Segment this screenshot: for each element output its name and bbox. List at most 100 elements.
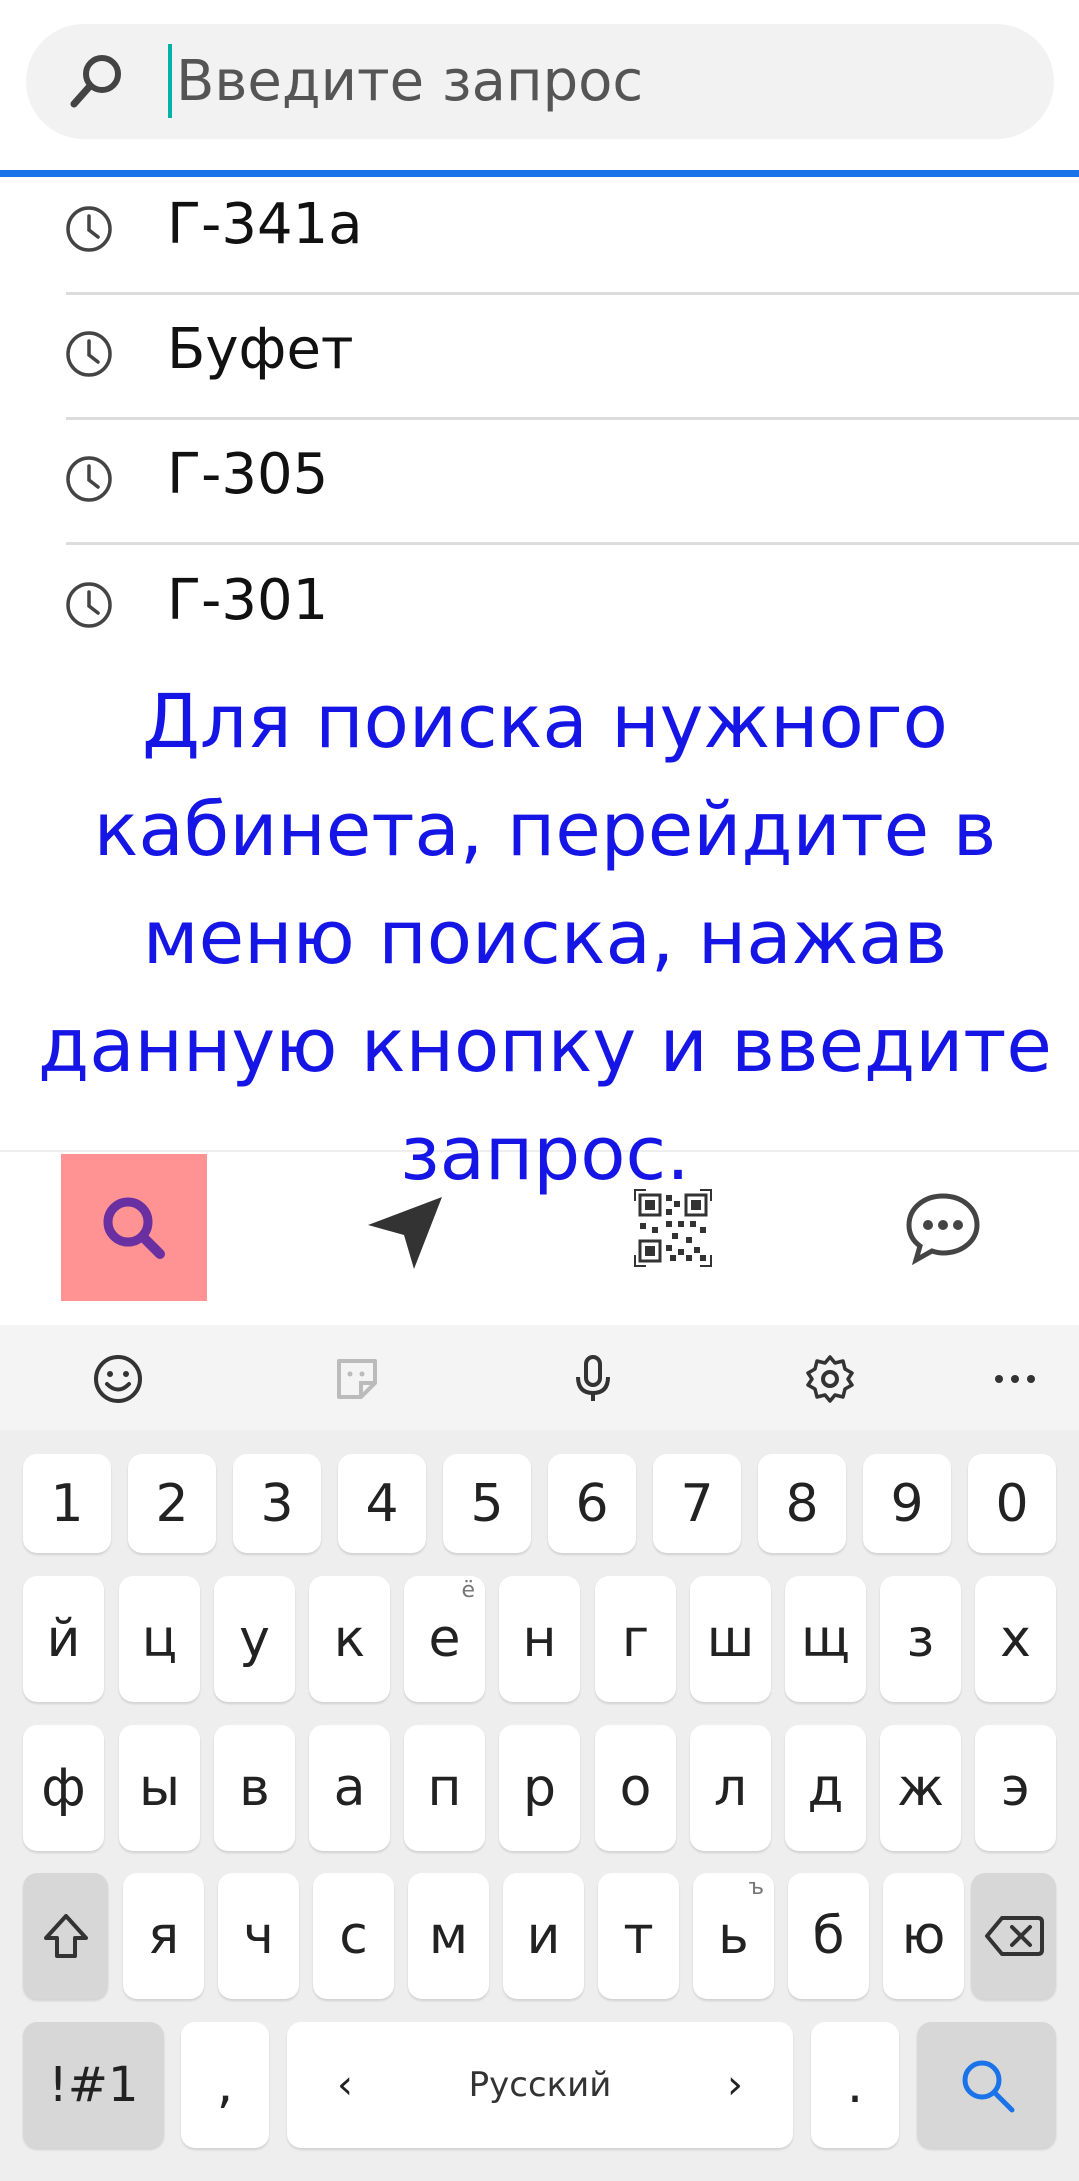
key-3[interactable]: 3 (233, 1454, 321, 1553)
microphone-icon[interactable] (567, 1353, 619, 1405)
sticker-icon[interactable] (331, 1353, 383, 1405)
key-letter[interactable]: щ (785, 1576, 866, 1702)
key-letter[interactable]: я (123, 1873, 204, 1999)
cursor-left-icon[interactable]: ‹ (337, 2062, 353, 2108)
key-letter[interactable]: о (595, 1725, 676, 1851)
key-label: , (216, 2055, 234, 2115)
key-label: 6 (575, 1473, 609, 1534)
key-letter[interactable]: а (309, 1725, 390, 1851)
key-letter[interactable]: э (975, 1725, 1056, 1851)
key-label: 0 (995, 1473, 1029, 1534)
key-letter[interactable]: в (214, 1725, 295, 1851)
key-letter[interactable]: и (503, 1873, 584, 1999)
key-letter[interactable]: ю (883, 1873, 964, 1999)
key-letter[interactable]: н (499, 1576, 580, 1702)
key-label: ю (901, 1906, 946, 1966)
search-icon (70, 55, 121, 108)
key-label: т (623, 1906, 654, 1966)
period-key[interactable]: . (811, 2022, 899, 2148)
more-icon[interactable] (989, 1353, 1041, 1405)
history-item[interactable]: Г-305 (0, 420, 1079, 545)
key-letter[interactable]: ч (218, 1873, 299, 1999)
key-letter[interactable]: ш (690, 1576, 771, 1702)
on-screen-keyboard: 1 2 3 4 5 6 7 8 9 0 й ц у к ёе н г ш щ з… (0, 1325, 1079, 2181)
clock-icon (66, 331, 112, 377)
key-label: 2 (155, 1473, 189, 1534)
backspace-key[interactable] (971, 1873, 1056, 1999)
key-label: 5 (470, 1473, 504, 1534)
key-0[interactable]: 0 (968, 1454, 1056, 1553)
instruction-text: Для поиска нужного кабинета, перейдите в… (38, 679, 1052, 1197)
clock-icon (66, 456, 112, 502)
symbols-key[interactable]: !#1 (23, 2022, 164, 2148)
key-letter[interactable]: й (23, 1576, 104, 1702)
key-label: у (239, 1609, 270, 1669)
key-label: ь (718, 1906, 749, 1966)
emoji-icon[interactable] (92, 1353, 144, 1405)
history-item[interactable]: Г-301 (0, 546, 1079, 671)
key-8[interactable]: 8 (758, 1454, 846, 1553)
key-letter[interactable]: з (880, 1576, 961, 1702)
key-letter[interactable]: р (499, 1725, 580, 1851)
search-input[interactable] (176, 24, 1026, 139)
key-letter[interactable]: ж (880, 1725, 961, 1851)
key-2[interactable]: 2 (128, 1454, 216, 1553)
gear-icon[interactable] (804, 1353, 856, 1405)
key-letter[interactable]: с (313, 1873, 394, 1999)
search-icon (962, 2060, 1014, 2113)
key-letter[interactable]: т (598, 1873, 679, 1999)
key-label: х (1000, 1609, 1031, 1669)
key-letter[interactable]: ы (119, 1725, 200, 1851)
key-letter[interactable]: ф (23, 1725, 104, 1851)
key-label: 8 (785, 1473, 819, 1534)
key-letter[interactable]: г (595, 1576, 676, 1702)
key-label: л (713, 1758, 748, 1818)
key-letter[interactable]: л (690, 1725, 771, 1851)
history-item-label: Г-341а (167, 192, 363, 257)
search-action-key[interactable] (917, 2022, 1056, 2148)
key-letter[interactable]: ц (119, 1576, 200, 1702)
key-7[interactable]: 7 (653, 1454, 741, 1553)
key-letter[interactable]: ъь (693, 1873, 774, 1999)
key-6[interactable]: 6 (548, 1454, 636, 1553)
backspace-icon (984, 1916, 1044, 1956)
search-bar[interactable] (26, 24, 1054, 139)
key-letter[interactable]: м (408, 1873, 489, 1999)
history-item[interactable]: Буфет (0, 295, 1079, 420)
key-letter[interactable]: б (788, 1873, 869, 1999)
key-letter[interactable]: ёе (404, 1576, 485, 1702)
key-letter[interactable]: к (309, 1576, 390, 1702)
key-label: ф (41, 1758, 86, 1818)
key-label: щ (801, 1609, 850, 1669)
key-label: !#1 (48, 2057, 139, 2113)
shift-key[interactable] (23, 1873, 108, 1999)
comma-key[interactable]: , (181, 2022, 269, 2148)
keyboard-toolbar (0, 1325, 1079, 1430)
key-label: ч (243, 1906, 274, 1966)
key-letter[interactable]: х (975, 1576, 1056, 1702)
key-letter[interactable]: д (785, 1725, 866, 1851)
key-label: . (846, 2055, 864, 2115)
history-item[interactable]: Г-341а (0, 170, 1079, 295)
key-label: ж (897, 1758, 944, 1818)
key-letter[interactable]: п (404, 1725, 485, 1851)
key-label: р (522, 1758, 556, 1818)
key-label: м (428, 1906, 469, 1966)
key-label: о (619, 1758, 652, 1818)
key-1[interactable]: 1 (23, 1454, 111, 1553)
key-4[interactable]: 4 (338, 1454, 426, 1553)
key-label: з (906, 1609, 935, 1669)
history-item-label: Буфет (167, 317, 354, 382)
space-key[interactable]: ‹ Русский › (287, 2022, 793, 2148)
key-label: е (428, 1609, 461, 1669)
clock-icon (66, 582, 112, 628)
key-letter[interactable]: у (214, 1576, 295, 1702)
key-hint: ъ (748, 1875, 764, 1900)
key-label: Русский (468, 2065, 612, 2105)
key-label: 3 (260, 1473, 294, 1534)
key-5[interactable]: 5 (443, 1454, 531, 1553)
key-9[interactable]: 9 (863, 1454, 951, 1553)
divider (66, 542, 1079, 545)
key-label: н (522, 1609, 557, 1669)
cursor-right-icon[interactable]: › (727, 2062, 743, 2108)
